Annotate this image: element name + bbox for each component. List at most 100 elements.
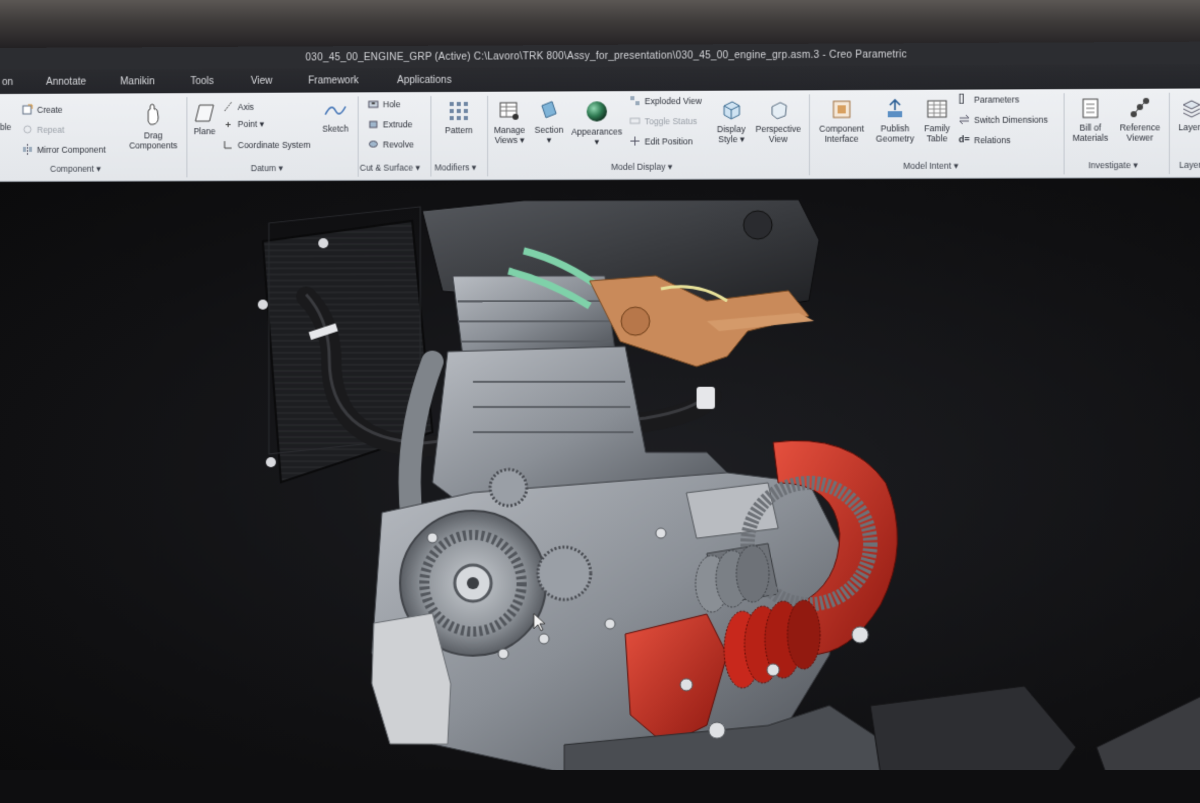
edit-position-button[interactable]: Edit Position — [629, 135, 692, 146]
point-button[interactable]: Point ▾ — [223, 119, 264, 130]
create-button[interactable]: Create — [22, 104, 63, 115]
switch-dimensions-label: Switch Dimensions — [974, 114, 1048, 124]
switch-dimensions-icon — [959, 114, 970, 125]
hose-clamp — [697, 387, 715, 409]
bill-of-materials-button[interactable]: Bill of Materials — [1068, 97, 1113, 143]
tab-applications[interactable]: Applications — [397, 75, 452, 86]
revolve-button[interactable]: Revolve — [368, 138, 414, 149]
creo-window: 030_45_00_ENGINE_GRP (Active) C:\Lavoro\… — [0, 42, 1200, 777]
repeat-icon — [22, 124, 33, 135]
manage-views-button[interactable]: Manage Views ▾ — [491, 100, 528, 145]
toggle-status-label: Toggle Status — [645, 116, 697, 126]
point-label: Point ▾ — [238, 119, 264, 130]
swingarm-mount — [870, 685, 1076, 775]
sketch-button[interactable]: Sketch — [317, 100, 353, 133]
investigate-group-label[interactable]: Investigate ▾ — [1088, 160, 1137, 171]
reference-viewer-button[interactable]: Reference Viewer — [1115, 97, 1165, 143]
section-line2: ▾ — [530, 135, 569, 145]
tab-annotate[interactable]: Annotate — [46, 77, 86, 88]
cut-surface-group-label[interactable]: Cut & Surface ▾ — [360, 163, 420, 174]
component-group-label[interactable]: Component ▾ — [50, 164, 101, 175]
right-frame-part — [1097, 686, 1200, 776]
assemble-button-partial[interactable]: ble — [0, 122, 11, 132]
display-style-button[interactable]: Display Style ▾ — [713, 99, 750, 145]
assemble-label: ble — [0, 122, 11, 132]
switch-dimensions-button[interactable]: Switch Dimensions — [959, 114, 1048, 126]
pattern-label: Pattern — [445, 125, 473, 135]
display-style-line2: Style ▾ — [713, 134, 750, 144]
layers-button[interactable]: Layers — [1173, 97, 1200, 133]
group-separator — [487, 96, 488, 177]
tab-application-partial[interactable]: on — [2, 77, 13, 88]
group-separator — [186, 97, 187, 177]
model-intent-group-label[interactable]: Model Intent ▾ — [903, 161, 958, 172]
bom-line2: Materials — [1068, 133, 1113, 143]
datum-group-label[interactable]: Datum ▾ — [251, 163, 283, 174]
family-table-line1: Family — [920, 123, 955, 133]
point-icon — [223, 119, 234, 130]
family-table-line2: Table — [920, 133, 955, 143]
publish-geometry-icon — [884, 98, 907, 120]
model-display-group-label[interactable]: Model Display ▾ — [611, 162, 672, 173]
manage-views-line2: Views ▾ — [491, 135, 528, 145]
axis-button[interactable]: Axis — [223, 101, 254, 112]
csys-label: Coordinate System — [238, 139, 311, 149]
bom-line1: Bill of — [1068, 122, 1113, 132]
group-separator — [1064, 93, 1065, 174]
publish-geometry-button[interactable]: Publish Geometry — [872, 98, 917, 144]
drag-label-line1: Drag — [124, 130, 182, 140]
relations-button[interactable]: d= Relations — [959, 134, 1011, 145]
radiator-bolt — [318, 238, 328, 248]
layer-group-label: Layer — [1179, 160, 1200, 170]
sketch-label: Sketch — [322, 124, 348, 134]
display-style-line1: Display — [713, 124, 750, 134]
bill-of-materials-icon — [1079, 97, 1102, 119]
repeat-button[interactable]: Repeat — [22, 124, 64, 135]
section-button[interactable]: Section ▾ — [530, 99, 569, 145]
reference-viewer-icon — [1129, 97, 1152, 119]
extrude-button[interactable]: Extrude — [368, 118, 413, 129]
perspective-view-button[interactable]: Perspective View — [752, 98, 805, 144]
component-interface-button[interactable]: Component Interface — [813, 98, 870, 144]
mirror-component-button[interactable]: Mirror Component — [22, 144, 106, 155]
engine-assembly-model[interactable] — [0, 178, 1200, 776]
ribbon: ble Create Repeat Mirror Component Drag … — [0, 88, 1200, 182]
relations-icon: d= — [959, 134, 970, 145]
family-table-icon — [926, 98, 949, 120]
plane-button[interactable]: Plane — [190, 103, 218, 136]
group-separator — [358, 96, 359, 176]
sketch-icon — [323, 100, 347, 120]
graphics-viewport[interactable] — [0, 178, 1200, 776]
appearances-button[interactable]: Appearances ▾ — [568, 99, 625, 147]
perspective-line1: Perspective — [752, 124, 805, 134]
coordinate-system-button[interactable]: Coordinate System — [223, 139, 311, 150]
publish-geometry-line1: Publish — [872, 123, 917, 133]
edit-position-label: Edit Position — [645, 136, 693, 146]
section-icon — [538, 99, 560, 121]
perspective-line2: View — [752, 134, 805, 144]
parameters-button[interactable]: [] Parameters — [959, 93, 1020, 104]
radiator-bolt — [266, 457, 276, 467]
plane-icon — [193, 103, 215, 123]
relations-label: Relations — [974, 135, 1010, 145]
revolve-label: Revolve — [383, 139, 414, 149]
drag-components-button[interactable]: Drag Components — [124, 101, 182, 150]
layers-label: Layers — [1178, 122, 1200, 132]
exploded-view-label: Exploded View — [645, 95, 702, 105]
tab-framework[interactable]: Framework — [308, 75, 358, 86]
section-line1: Section — [530, 125, 569, 135]
family-table-button[interactable]: Family Table — [920, 98, 955, 144]
tab-tools[interactable]: Tools — [190, 76, 213, 87]
hole-button[interactable]: Hole — [368, 98, 401, 109]
layers-icon — [1180, 97, 1200, 119]
toggle-status-button[interactable]: Toggle Status — [629, 115, 697, 126]
appearances-line2: ▾ — [568, 137, 625, 147]
appearances-sphere-icon — [585, 99, 609, 123]
idler-gear — [538, 547, 591, 600]
airbox-boss — [744, 211, 773, 239]
pattern-button[interactable]: Pattern — [436, 100, 481, 135]
modifiers-group-label[interactable]: Modifiers ▾ — [434, 162, 476, 173]
exploded-view-button[interactable]: Exploded View — [629, 95, 701, 106]
tab-view[interactable]: View — [251, 76, 273, 87]
tab-manikin[interactable]: Manikin — [120, 76, 155, 87]
